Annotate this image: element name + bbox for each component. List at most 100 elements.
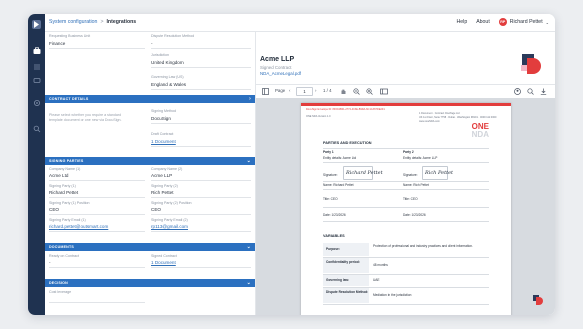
pdf-signature-label-2: Signature: [403,173,418,177]
breadcrumb-parent[interactable]: System configuration [49,19,97,25]
signing-method-value[interactable]: DocuSign [151,116,171,121]
pdf-toolbar: Page ‹ 1 › 1 / 4 [256,84,555,99]
cost-leverage-label: Cost leverage [49,290,72,294]
fit-page-icon[interactable] [380,88,388,96]
pdf-date-2: Date: 1/23/2026 [403,213,426,217]
pdf-variable-value: 48 months [373,263,388,267]
user-name: Richard Pettet [509,19,543,25]
pdf-party1-entity: Entity details: Acme Ltd [323,156,357,160]
pdf-parties-heading: PARTIES AND EXECUTION [323,141,372,145]
signed-contract-link[interactable]: 1 Document [151,260,176,265]
decision-title: DECISION [49,281,68,285]
brand-logo-icon [521,54,541,74]
pdf-page: DocuSign Envelope ID: 8F6C2B01-2774-4C3E… [301,103,511,315]
page-number-input[interactable]: 1 [296,87,313,96]
email1-value[interactable]: richard.pettet@outsmart.com [49,224,108,229]
position1-value[interactable]: CEO [49,207,59,212]
company2-value[interactable]: Acme LLP [151,173,172,178]
list-icon[interactable] [32,62,41,71]
chat-icon[interactable] [32,76,41,85]
party1-value[interactable]: Richard Pettet [49,190,78,195]
pdf-variable-value: Mediation in the jurisdiction [373,293,412,297]
signing-parties-title: SIGNING PARTIES [49,159,84,163]
pdf-header-right-3: www.oneNDA.com [419,120,440,123]
pdf-signature-2: Rich Pettet [425,170,454,176]
next-page-button[interactable]: › [315,88,316,93]
chevron-down-icon: ⌄ [246,280,251,286]
app-window: System configuration > Integrations Help A… [28,14,555,315]
document-title: Acme LLP [260,56,295,63]
app-logo-icon[interactable] [31,19,42,30]
draft-contract-link[interactable]: 1 Document [151,139,176,144]
company1-value[interactable]: Acme Ltd [49,173,68,178]
document-filename-link[interactable]: NDA_AcmeLegal.pdf [260,71,301,76]
governing-law-label: Governing Law (US) [151,75,184,79]
pdf-name-2: Name: Rich Pettet [403,183,429,187]
pdf-header-right-2: UK 1st Floor, Suite 7758 · Dubai · Washi… [419,116,497,119]
pdf-variables-heading: VARIABLES [323,234,345,238]
top-bar: System configuration > Integrations Help A… [45,14,555,32]
email1-label: Signing Party Email (1) [49,218,86,222]
pdf-header-left: ONE NDA Version 1.0 [306,115,331,118]
company1-label: Company Name (1) [49,167,81,171]
sidebar-toggle-icon[interactable] [262,88,269,96]
pdf-title-1: Title: CEO [323,197,338,201]
contract-note-line2: template document or one new via DocuSig… [49,118,122,122]
position2-value[interactable]: CEO [151,207,161,212]
pdf-variable-label: Purpose: [326,247,340,251]
download-icon[interactable] [540,88,547,96]
jurisdiction-label: Jurisdiction [151,53,169,57]
hand-tool-icon[interactable] [340,88,347,96]
one-nda-logo: ONE NDA [472,123,489,139]
document-panel: Acme LLP Signed Contract NDA_AcmeLegal.p… [256,32,555,315]
chevron-down-icon: ⌄ [246,158,251,164]
jurisdiction-value[interactable]: United Kingdom [151,60,184,65]
avatar: RP [498,18,507,26]
documents-header[interactable]: DOCUMENTS ⌄ [45,243,255,251]
email2-value[interactable]: rp113@gmail.com [151,224,188,229]
one-nda-logo-nda: NDA [471,130,489,139]
position1-label: Signing Party (1) Position [49,201,90,205]
party1-label: Signing Party (1) [49,184,76,188]
prev-page-button[interactable]: ‹ [289,88,290,93]
breadcrumb-separator: > [100,19,104,25]
draft-contract-label: Draft Contract [151,132,174,136]
brand-mark-icon [533,295,543,305]
requesting-bu-value[interactable]: Finance [49,41,65,46]
pdf-title-2: Title: CEO [403,197,418,201]
documents-title: DOCUMENTS [49,245,74,249]
profile-icon[interactable] [514,88,521,96]
zoom-in-icon[interactable] [366,88,373,96]
page-label: Page [275,88,286,93]
about-link[interactable]: About [476,19,490,25]
ready-contract-value[interactable]: - [49,260,51,265]
governing-law-value[interactable]: England & Wales [151,82,186,87]
pdf-variable-label: Dispute Resolution Method: [326,290,369,294]
zoom-out-icon[interactable] [353,88,360,96]
party2-value[interactable]: Rich Pettet [151,190,173,195]
pdf-party1-heading: Party 1 [323,150,334,154]
pdf-name-1: Name: Richard Pettet [323,183,354,187]
search-icon[interactable] [527,88,534,96]
search-icon[interactable] [32,124,41,133]
contract-details-title: CONTRACT DETAILS [49,97,89,101]
pdf-viewer[interactable]: DocuSign Envelope ID: 8F6C2B01-2774-4C3E… [256,98,555,315]
pdf-date-1: Date: 1/23/2026 [323,213,346,217]
position2-label: Signing Party (2) Position [151,201,192,205]
nav-rail [28,14,45,315]
help-link[interactable]: Help [457,19,468,25]
user-menu[interactable]: RP Richard Pettet ⌄ [498,18,549,26]
settings-icon[interactable] [32,98,41,107]
contract-details-header[interactable]: CONTRACT DETAILS › [45,95,255,103]
requesting-bu-label: Requesting Business Unit [49,34,91,38]
breadcrumb-current: Integrations [106,19,137,25]
pdf-envelope-id: DocuSign Envelope ID: 8F6C2B01-2774-4C3E… [306,108,385,111]
dispute-method-value[interactable]: - [151,41,153,46]
briefcase-icon[interactable] [32,46,41,55]
chevron-down-icon: ⌄ [246,244,251,250]
signing-parties-header[interactable]: SIGNING PARTIES ⌄ [45,157,255,165]
party2-label: Signing Party (2) [151,184,178,188]
dispute-method-label: Dispute Resolution Method [151,34,195,38]
decision-header[interactable]: DECISION ⌄ [45,279,255,287]
chevron-down-icon: ⌄ [545,19,549,25]
